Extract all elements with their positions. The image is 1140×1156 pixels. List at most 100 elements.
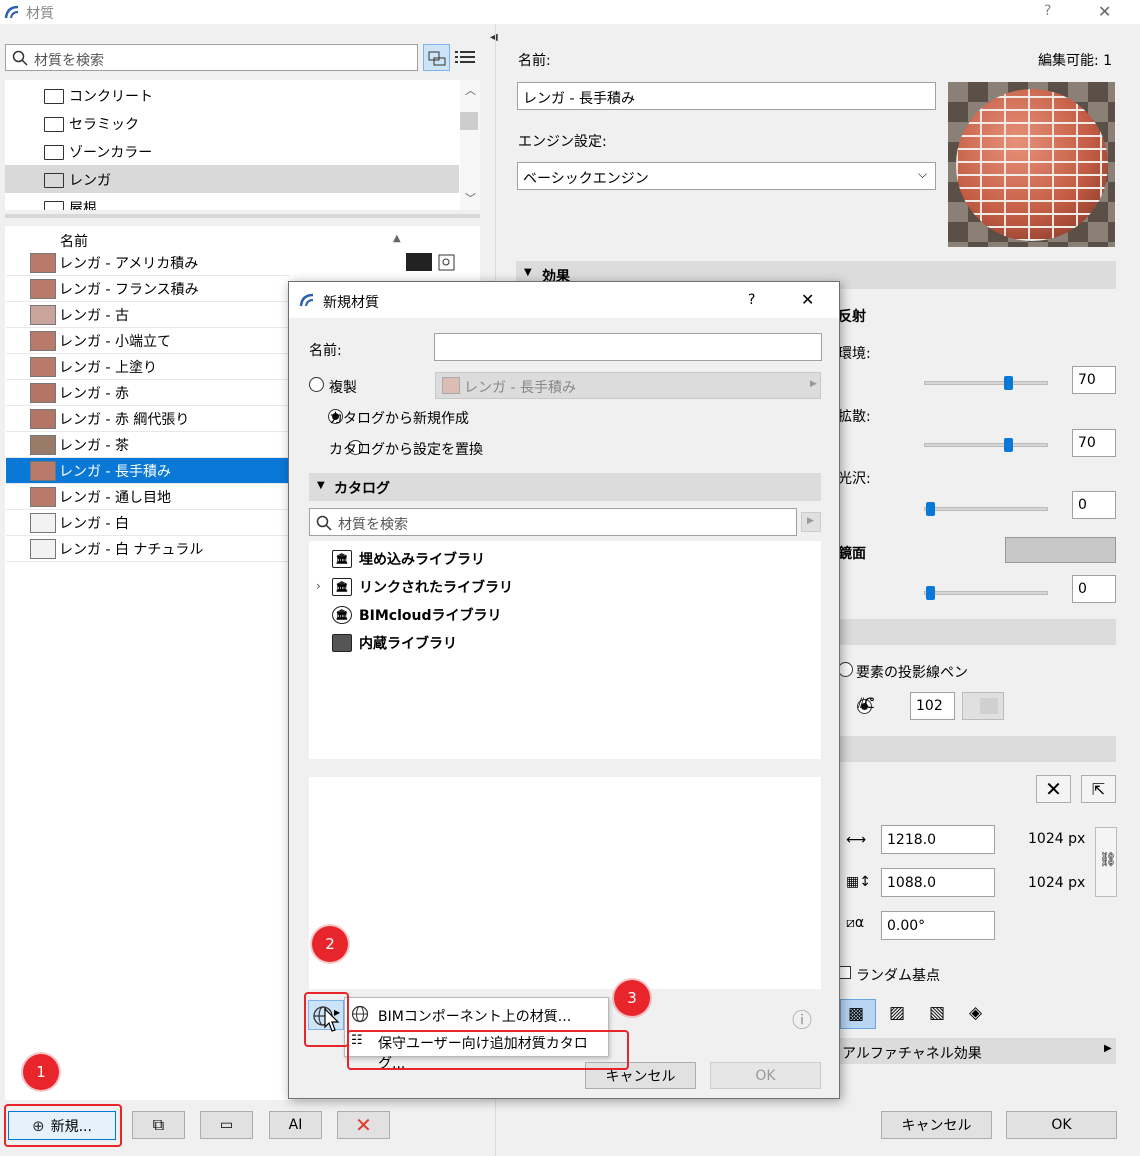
library-label: リンクされたライブラリ (359, 580, 513, 596)
mirror-mode-2-button[interactable]: ▨ (882, 999, 916, 1029)
folder-icon (332, 634, 352, 652)
mirror-mode-4-button[interactable]: ◈ (962, 999, 996, 1029)
pen-number-input[interactable]: 102 (910, 692, 955, 720)
height-input[interactable]: 1088.0 (881, 868, 995, 897)
catalog-search-arrow-button[interactable]: ▶ (801, 512, 821, 532)
material-color-swatch (30, 330, 56, 351)
material-row[interactable]: レンガ - 長手積み (6, 458, 296, 484)
material-search-input[interactable]: 材質を検索 (5, 44, 418, 71)
pen-color-button[interactable] (962, 692, 1004, 720)
diffuse-slider[interactable] (924, 443, 1048, 447)
catalog-search-input[interactable]: 材質を検索 (309, 508, 797, 536)
mirror-color-swatch[interactable] (1005, 537, 1116, 563)
library-embedded[interactable]: 🏛 埋め込みライブラリ (332, 549, 485, 569)
material-row[interactable]: レンガ - 茶 (6, 432, 290, 458)
material-row[interactable]: レンガ - アメリカ積み (6, 250, 290, 276)
dialog-title: 新規材質 (323, 295, 379, 311)
dialog-name-input[interactable] (434, 333, 822, 361)
remove-texture-button[interactable]: ✕ (1036, 775, 1071, 803)
folder-scrollbar[interactable]: ︿ ﹀ (460, 80, 480, 210)
gloss-slider-thumb[interactable] (926, 502, 935, 516)
delete-button[interactable]: ✕ (337, 1111, 390, 1139)
load-texture-button[interactable]: ⇱ (1081, 775, 1116, 803)
info-icon: ⓘ (792, 1008, 812, 1032)
texture-section-header[interactable] (838, 736, 1116, 762)
mirror-input[interactable]: 0 (1072, 575, 1116, 603)
catalog-section-header[interactable]: ▼ カタログ (309, 473, 821, 501)
collapse-arrow-icon[interactable]: ◀ (490, 32, 498, 43)
material-name-field[interactable]: レンガ - 長手積み (517, 82, 936, 110)
folder-item-selected[interactable]: レンガ (44, 170, 111, 190)
width-icon: ⟷ (846, 832, 867, 848)
folder-item[interactable]: ゾーンカラー (44, 142, 152, 162)
dialog-ok-label: OK (755, 1067, 776, 1084)
info-button[interactable]: ⓘ (790, 1004, 818, 1032)
library-builtin[interactable]: 内蔵ライブラリ (332, 633, 457, 653)
app-logo-icon (4, 5, 19, 19)
diffuse-slider-thumb[interactable] (1004, 438, 1013, 452)
folder-add-button[interactable]: ▭ (200, 1111, 253, 1139)
mirror-slider-thumb[interactable] (926, 586, 935, 600)
list-header-name[interactable]: 名前 (60, 231, 88, 251)
engine-select[interactable]: ベーシックエンジン ⌵ (517, 162, 936, 190)
material-row[interactable]: レンガ - 赤 (6, 380, 290, 406)
scroll-thumb[interactable] (460, 112, 478, 130)
pen-radio[interactable] (838, 662, 853, 677)
alpha-section-header[interactable]: アルファチャネル効果 ▶ (838, 1038, 1116, 1064)
material-row[interactable]: レンガ - 上塗り (6, 354, 290, 380)
folder-item[interactable]: セラミック (44, 114, 139, 134)
material-row[interactable]: レンガ - 通し目地 (6, 484, 290, 510)
link-ratio-button[interactable]: ⛓ (1095, 827, 1117, 897)
splitter[interactable] (5, 214, 480, 218)
folder-item-clipped[interactable]: 屋根 (5, 196, 459, 210)
duplicate-radio[interactable] (309, 377, 324, 392)
folder-item[interactable]: コンクリート (44, 86, 153, 106)
scroll-down-icon[interactable]: ﹀ (465, 190, 476, 206)
material-row[interactable]: レンガ - 小端立て (6, 328, 290, 354)
texture-icon[interactable] (406, 253, 432, 271)
expand-chevron-icon[interactable]: › (316, 579, 321, 593)
dialog-ok-button[interactable]: OK (710, 1062, 821, 1089)
main-ok-button[interactable]: OK (1006, 1111, 1117, 1139)
folder-view-button[interactable] (423, 44, 450, 71)
library-linked[interactable]: 🏛 リンクされたライブラリ (332, 577, 513, 597)
material-row[interactable]: レンガ - 白 ナチュラル (6, 536, 290, 562)
close-button[interactable]: ✕ (1098, 2, 1111, 21)
help-button[interactable]: ? (1044, 3, 1051, 19)
material-row[interactable]: レンガ - 古 (6, 302, 290, 328)
width-input[interactable]: 1218.0 (881, 825, 995, 854)
duplicate-button[interactable]: ⧉ (132, 1111, 185, 1139)
rename-button[interactable]: AI (269, 1111, 322, 1139)
library-bimcloud[interactable]: 🏛 BIMcloudライブラリ (332, 605, 502, 625)
diffuse-input[interactable]: 70 (1072, 429, 1116, 457)
folder-add-icon: ▭ (219, 1117, 234, 1133)
dialog-help-button[interactable]: ? (748, 292, 755, 308)
alpha-label: アルファチャネル効果 (842, 1046, 982, 1062)
section-header-2[interactable] (838, 619, 1116, 645)
gloss-input[interactable]: 0 (1072, 491, 1116, 519)
ambient-input[interactable]: 70 (1072, 366, 1116, 394)
material-row[interactable]: レンガ - 赤 綱代張り (6, 406, 290, 432)
material-color-swatch (30, 434, 56, 455)
material-color-swatch (30, 278, 56, 299)
height-icon: ▦↕ (846, 874, 871, 890)
material-row[interactable]: レンガ - フランス積み (6, 276, 290, 302)
brick-sphere (956, 89, 1108, 241)
preview-icon[interactable] (438, 254, 455, 271)
material-row[interactable]: レンガ - 白 (6, 510, 290, 536)
ambient-slider[interactable] (924, 381, 1048, 385)
menu-item-bim-components[interactable]: BIMコンポーネント上の材質... (345, 1000, 608, 1028)
scroll-up-icon[interactable]: ︿ (465, 82, 476, 98)
main-cancel-button[interactable]: キャンセル (881, 1111, 992, 1139)
height-px: 1024 px (1028, 875, 1086, 891)
mirror-mode-1-button[interactable]: ▩ (840, 999, 876, 1029)
engine-label: エンジン設定: (518, 134, 607, 150)
mirror-mode-3-button[interactable]: ▧ (922, 999, 956, 1029)
dialog-close-button[interactable]: ✕ (801, 290, 814, 309)
angle-input[interactable]: 0.00° (881, 911, 995, 940)
catalog-replace-label: カタログから設定を置換 (329, 442, 483, 458)
gloss-slider[interactable] (924, 507, 1048, 511)
list-view-icon[interactable] (455, 50, 475, 64)
ambient-slider-thumb[interactable] (1004, 376, 1013, 390)
mirror-slider[interactable] (924, 591, 1048, 595)
